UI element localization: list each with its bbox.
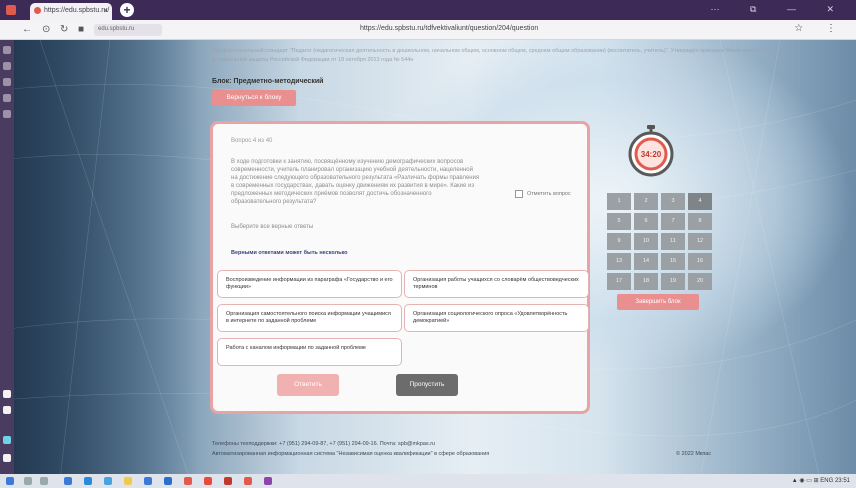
question-nav-cell[interactable]: 14	[634, 253, 658, 270]
question-nav-cell[interactable]: 2	[634, 193, 658, 210]
tab-title: https://edu.spbstu.ru/	[44, 7, 110, 14]
taskview-icon[interactable]	[40, 477, 48, 485]
close-tab-icon[interactable]: ×	[103, 6, 108, 15]
block-title: Блок: Предметно-методический	[212, 78, 324, 85]
sidebar-app-icon[interactable]	[3, 406, 11, 414]
question-number: Вопрос 4 из 40	[231, 138, 273, 144]
question-nav-cell[interactable]: 16	[688, 253, 712, 270]
question-hint: Верными ответами может быть несколько	[231, 250, 348, 256]
new-tab-button[interactable]: +	[120, 3, 134, 17]
question-nav-cell[interactable]: 13	[607, 253, 631, 270]
taskbar-app-icon[interactable]	[184, 477, 192, 485]
question-nav-cell[interactable]: 6	[634, 213, 658, 230]
search-icon[interactable]	[24, 477, 32, 485]
browser-tab-bar: https://edu.spbstu.ru/ × + ⋯ ⧉ — ✕	[0, 0, 856, 20]
url-field[interactable]: https://edu.spbstu.ru/tdfvektivaliunt/qu…	[360, 25, 538, 32]
os-taskbar: ▲ ◉ ▭ ⊞ ENG 23:51	[0, 474, 856, 488]
taskbar-app-icon[interactable]	[264, 477, 272, 485]
sidebar-downloads-icon[interactable]	[3, 94, 11, 102]
address-chip[interactable]: edu.spbstu.ru	[94, 24, 162, 36]
question-instruction: Выберите все верные ответы	[231, 224, 314, 230]
question-nav-cell[interactable]: 8	[688, 213, 712, 230]
question-nav-cell[interactable]: 12	[688, 233, 712, 250]
question-nav-cell[interactable]: 17	[607, 273, 631, 290]
flag-question-label[interactable]: Отметить вопрос	[527, 191, 571, 197]
question-nav-cell[interactable]: 3	[661, 193, 685, 210]
question-nav-cell[interactable]: 4	[688, 193, 712, 210]
sidebar-home-icon[interactable]	[3, 46, 11, 54]
question-nav-cell[interactable]: 5	[607, 213, 631, 230]
question-nav-cell[interactable]: 15	[661, 253, 685, 270]
app-menu-icon[interactable]	[6, 5, 16, 15]
skip-button[interactable]: Пропустить	[396, 374, 458, 396]
answer-button[interactable]: Ответить	[277, 374, 339, 396]
lock-icon: ■	[78, 24, 85, 35]
question-nav-cell[interactable]: 7	[661, 213, 685, 230]
address-bar-icons[interactable]: ☆ ⋮	[794, 23, 846, 34]
sidebar-favorites-icon[interactable]	[3, 62, 11, 70]
standard-description: Профессиональный стандарт "Педагог (педа…	[212, 48, 778, 63]
return-to-block-button[interactable]: Вернуться к блоку	[212, 90, 296, 106]
reload-icon[interactable]: ↻	[60, 24, 68, 35]
sidebar-app-icon[interactable]	[3, 454, 11, 462]
copyright: © 2022 Мкпас	[676, 451, 712, 457]
sidebar-history-icon[interactable]	[3, 78, 11, 86]
forward-icon[interactable]: ⊙	[42, 24, 50, 35]
window-controls[interactable]: ⋯ ⧉ — ✕	[711, 4, 848, 15]
flag-question-checkbox[interactable]	[515, 190, 523, 198]
taskbar-app-icon[interactable]	[64, 477, 72, 485]
system-name: Автоматизированная информационная систем…	[212, 451, 490, 457]
finish-block-button[interactable]: Завершить блок	[617, 294, 699, 310]
question-nav-cell[interactable]: 9	[607, 233, 631, 250]
browser-tab[interactable]: https://edu.spbstu.ru/ ×	[30, 3, 112, 20]
back-icon[interactable]: ←	[22, 24, 32, 35]
taskbar-app-icon[interactable]	[224, 477, 232, 485]
taskbar-app-icon[interactable]	[244, 477, 252, 485]
question-text: В ходе подготовки к занятию, посвящённом…	[231, 159, 480, 205]
answer-option[interactable]: Воспроизведение информации из параграфа …	[217, 270, 402, 298]
question-nav-cell[interactable]: 20	[688, 273, 712, 290]
taskbar-app-icon[interactable]	[144, 477, 152, 485]
question-nav-cell[interactable]: 11	[661, 233, 685, 250]
question-card: Вопрос 4 из 40 В ходе подготовки к занят…	[210, 121, 590, 414]
answer-option[interactable]: Работа с каналом информации по заданной …	[217, 338, 402, 366]
question-nav-cell[interactable]: 1	[607, 193, 631, 210]
answer-option[interactable]: Организация социологического опроса «Удо…	[404, 304, 589, 332]
system-tray[interactable]: ▲ ◉ ▭ ⊞ ENG 23:51	[792, 477, 850, 484]
sidebar-settings-icon[interactable]	[3, 110, 11, 118]
favicon-icon	[34, 7, 41, 14]
answer-option[interactable]: Организация самостоятельного поиска инфо…	[217, 304, 402, 332]
taskbar-app-icon[interactable]	[84, 477, 92, 485]
taskbar-app-icon[interactable]	[124, 477, 132, 485]
answer-option[interactable]: Организация работы учащихся со словарём …	[404, 270, 589, 298]
timer-display: 34:20	[641, 150, 662, 159]
stopwatch-icon: 34:20	[628, 125, 674, 177]
sidebar-app-icon[interactable]	[3, 390, 11, 398]
question-navigation-grid: 1 2 3 4 5 6 7 8 9 10 11 12 13 14 15 16 17 18 19 20	[607, 193, 712, 290]
taskbar-app-icon[interactable]	[104, 477, 112, 485]
support-contacts: Телефоны техподдержки: +7 (951) 294-09-8…	[212, 441, 436, 447]
start-icon[interactable]	[6, 477, 14, 485]
address-bar: ← ⊙ ↻ ■ edu.spbstu.ru https://edu.spbstu…	[0, 20, 856, 40]
browser-sidebar	[0, 40, 14, 474]
question-nav-cell[interactable]: 10	[634, 233, 658, 250]
sidebar-app-icon[interactable]	[3, 436, 11, 444]
taskbar-app-icon[interactable]	[204, 477, 212, 485]
question-nav-cell[interactable]: 19	[661, 273, 685, 290]
question-nav-cell[interactable]: 18	[634, 273, 658, 290]
taskbar-app-icon[interactable]	[164, 477, 172, 485]
